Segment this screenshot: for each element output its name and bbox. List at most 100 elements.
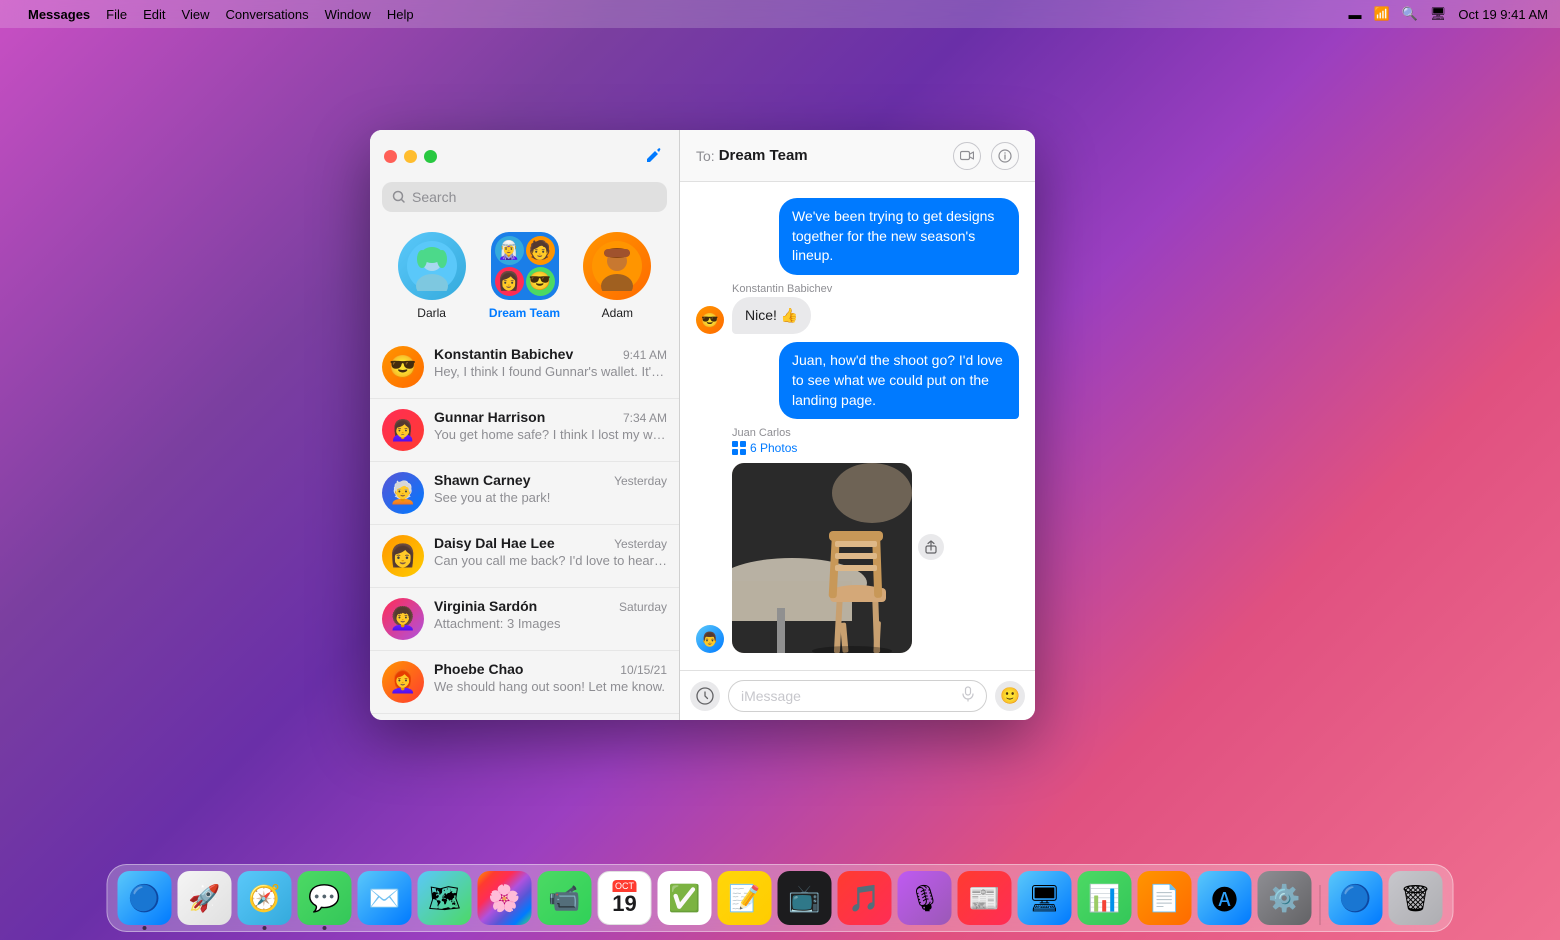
photo-bubble[interactable] [732,463,912,653]
info-button[interactable] [991,142,1019,170]
dock-maps[interactable]: 🗺 [418,871,472,925]
conv-item-phoebe[interactable]: 👩‍🦰 Phoebe Chao 10/15/21 We should hang … [370,651,679,714]
chat-panel: To: Dream Team [680,130,1035,720]
podcasts-icon: 🎙 [908,883,941,914]
menubar: Messages File Edit View Conversations Wi… [0,0,1560,28]
dock-pages[interactable]: 📄 [1138,871,1192,925]
photos-grid-icon [732,441,746,455]
dock-podcasts[interactable]: 🎙 [898,871,952,925]
pinned-dream-team[interactable]: 🧝‍♀️ 🧑 👩 😎 Dream Team [489,232,560,320]
mail-icon: ✉️ [368,883,400,914]
appletv-icon: 📺 [788,883,820,914]
messages-window: Search [370,130,1035,720]
dock-launchpad[interactable]: 🚀 [178,871,232,925]
launchpad-icon: 🚀 [188,883,220,914]
dock-appstore[interactable]: 🅐 [1198,871,1252,925]
safari-icon: 🧭 [248,883,280,914]
msg-row-2: 😎 Nice! 👍 [696,297,1019,335]
msg-row-3: Juan, how'd the shoot go? I'd love to se… [696,342,1019,419]
dock-messages[interactable]: 💬 [298,871,352,925]
msg-row-1: We've been trying to get designs togethe… [696,198,1019,275]
conv-preview-gunnar: You get home safe? I think I lost my wal… [434,427,667,442]
dock-screen-time[interactable]: 🔵 [1329,871,1383,925]
msg-bubble-3: Juan, how'd the shoot go? I'd love to se… [779,342,1019,419]
dock-photos[interactable]: 🌸 [478,871,532,925]
share-button[interactable] [918,534,944,560]
window-menu[interactable]: Window [325,7,371,22]
conv-name-daisy: Daisy Dal Hae Lee [434,535,555,551]
conv-time-phoebe: 10/15/21 [620,663,667,677]
dock-systemprefs[interactable]: ⚙️ [1258,871,1312,925]
conv-item-daisy[interactable]: 👩 Daisy Dal Hae Lee Yesterday Can you ca… [370,525,679,588]
dock-calendar[interactable]: OCT 19 [598,871,652,925]
sender-label-konstantin: Konstantin Babichev [696,283,1019,295]
conv-item-gunnar[interactable]: 🙍‍♀️ Gunnar Harrison 7:34 AM You get hom… [370,399,679,462]
conv-name-gunnar: Gunnar Harrison [434,409,545,425]
dock-finder[interactable]: 🔵 [118,871,172,925]
help-menu[interactable]: Help [387,7,414,22]
edit-menu[interactable]: Edit [143,7,165,22]
dock-news[interactable]: 📰 [958,871,1012,925]
conv-content-daisy: Daisy Dal Hae Lee Yesterday Can you call… [434,535,667,568]
conv-name-virginia: Virginia Sardón [434,598,537,614]
chat-header-right [953,142,1019,170]
chat-header: To: Dream Team [680,130,1035,182]
dock-facetime[interactable]: 📹 [538,871,592,925]
minimize-button[interactable] [404,150,417,163]
close-button[interactable] [384,150,397,163]
chat-header-left: To: Dream Team [696,147,808,164]
pinned-darla[interactable]: Darla [398,232,466,320]
search-bar[interactable]: Search [382,182,667,212]
search-placeholder: Search [412,189,456,205]
input-placeholder-text: iMessage [741,688,954,704]
dock-mail[interactable]: ✉️ [358,871,412,925]
pinned-adam[interactable]: Adam [583,232,651,320]
safari-dot [263,926,267,930]
msg-row-4: 👨 6 Photos [696,441,1019,653]
conversations-menu[interactable]: Conversations [225,7,308,22]
dock-safari[interactable]: 🧭 [238,871,292,925]
file-menu[interactable]: File [106,7,127,22]
keynote-icon: 🖥 [1028,883,1061,914]
systemprefs-icon: ⚙️ [1268,883,1300,914]
dock-music[interactable]: 🎵 [838,871,892,925]
video-call-button[interactable] [953,142,981,170]
avatar-dream-team: 🧝‍♀️ 🧑 👩 😎 [491,232,559,300]
photos-count: 6 Photos [750,441,797,455]
mic-icon [962,686,974,705]
conv-item-shawn[interactable]: 🧑‍🦳 Shawn Carney Yesterday See you at th… [370,462,679,525]
conv-avatar-gunnar: 🙍‍♀️ [382,409,424,451]
conv-item-konstantin[interactable]: 😎 Konstantin Babichev 9:41 AM Hey, I thi… [370,336,679,399]
clock: Oct 19 9:41 AM [1458,7,1548,22]
compose-button[interactable] [641,144,665,168]
dock-notes[interactable]: 📝 [718,871,772,925]
emoji-button[interactable]: 🙂 [995,681,1025,711]
dock-numbers[interactable]: 📊 [1078,871,1132,925]
search-icon[interactable]: 🔍 [1402,6,1418,22]
emoji-icon: 🙂 [1000,686,1020,706]
message-input-field[interactable]: iMessage [728,680,987,712]
dock-keynote[interactable]: 🖥 [1018,871,1072,925]
maps-icon: 🗺 [428,883,461,914]
chair-photo [732,463,912,653]
dock-divider [1320,885,1321,925]
sidebar-titlebar [370,130,679,182]
maximize-button[interactable] [424,150,437,163]
conv-avatar-virginia: 👩‍🦱 [382,598,424,640]
conv-item-virginia[interactable]: 👩‍🦱 Virginia Sardón Saturday Attachment:… [370,588,679,651]
conv-content-konstantin: Konstantin Babichev 9:41 AM Hey, I think… [434,346,667,379]
dock-trash[interactable]: 🗑 [1389,871,1443,925]
avatar-adam [583,232,651,300]
trash-icon: 🗑 [1399,883,1432,914]
photo-message-container: 6 Photos [732,441,912,653]
apps-button[interactable] [690,681,720,711]
dock-appletv[interactable]: 📺 [778,871,832,925]
messages-icon: 💬 [308,883,340,914]
msg-bubble-2: Nice! 👍 [732,297,811,335]
notes-icon: 📝 [728,883,760,914]
app-name-menu[interactable]: Messages [28,7,90,22]
view-menu[interactable]: View [182,7,210,22]
conv-avatar-shawn: 🧑‍🦳 [382,472,424,514]
dock-reminders[interactable]: ✅ [658,871,712,925]
facetime-icon: 📹 [548,883,580,914]
